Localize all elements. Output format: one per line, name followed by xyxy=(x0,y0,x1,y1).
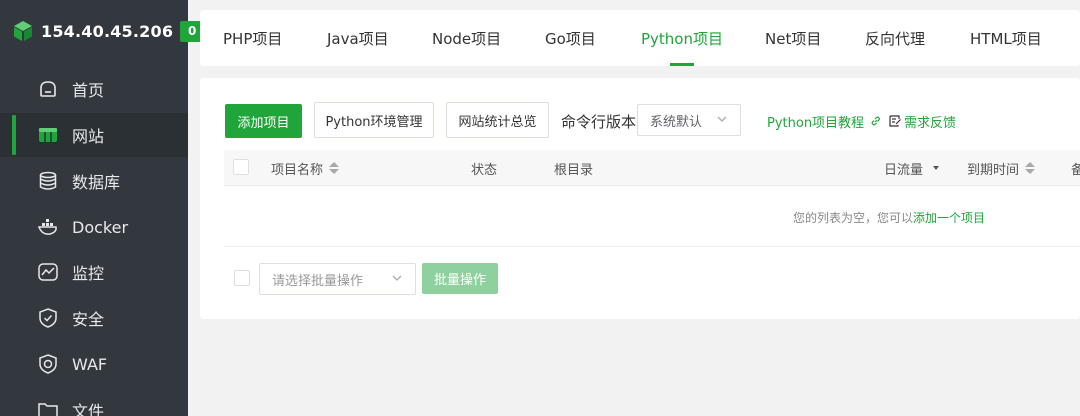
table-header: 项目名称 状态 根目录 日流量 到期时间 备 xyxy=(224,150,1080,186)
feedback-link[interactable]: 需求反馈 xyxy=(888,104,956,138)
column-root-dir: 根目录 xyxy=(554,162,594,178)
project-tabs: PHP项目 Java项目 Node项目 Go项目 Python项目 Net项目 … xyxy=(200,10,1080,66)
sort-icon xyxy=(329,162,340,174)
cli-version-label: 命令行版本 xyxy=(561,112,637,131)
column-label: 项目名称 xyxy=(271,162,324,178)
docker-icon xyxy=(37,216,59,238)
server-header: 154.40.45.206 0 xyxy=(0,0,205,62)
sidebar-item-database[interactable]: 数据库 xyxy=(0,159,188,203)
tab-php[interactable]: PHP项目 xyxy=(223,10,282,66)
feedback-icon xyxy=(889,115,901,127)
python-tutorial-link[interactable]: Python项目教程 xyxy=(767,104,882,138)
column-status: 状态 xyxy=(471,162,498,178)
sidebar-item-docker[interactable]: Docker xyxy=(0,205,188,249)
sidebar-item-waf[interactable]: WAF xyxy=(0,342,188,386)
column-label: 到期时间 xyxy=(967,162,1020,178)
cli-version-select[interactable]: 系统默认 xyxy=(637,104,741,136)
empty-message: 您的列表为空，您可以 添加一个项目 xyxy=(793,187,985,247)
sidebar-item-label: WAF xyxy=(72,354,108,374)
column-daily-traffic[interactable]: 日流量 xyxy=(884,150,940,186)
website-icon xyxy=(37,124,59,146)
add-project-button[interactable]: 添加项目 xyxy=(225,104,302,138)
tab-reverse-proxy[interactable]: 反向代理 xyxy=(865,10,925,66)
shield-icon xyxy=(37,307,59,329)
site-stats-button[interactable]: 网站统计总览 xyxy=(446,102,549,138)
server-cube-icon xyxy=(13,20,33,42)
batch-placeholder: 请选择批量操作 xyxy=(272,273,364,289)
sidebar-item-label: 数据库 xyxy=(72,173,121,192)
sidebar-item-security[interactable]: 安全 xyxy=(0,296,188,340)
sidebar-item-files[interactable]: 文件 xyxy=(0,388,188,416)
server-ip: 154.40.45.206 xyxy=(41,21,174,41)
empty-prefix: 您的列表为空，您可以 xyxy=(793,210,914,225)
database-icon xyxy=(37,170,59,192)
column-remark: 备 xyxy=(1071,162,1080,178)
tab-node[interactable]: Node项目 xyxy=(432,10,501,66)
feedback-label: 需求反馈 xyxy=(904,115,957,131)
monitor-icon xyxy=(37,261,59,283)
sidebar-item-label: 网站 xyxy=(72,127,105,146)
sidebar-item-website[interactable]: 网站 xyxy=(0,113,188,157)
sidebar-item-label: 监控 xyxy=(72,264,105,283)
cli-version-value: 系统默认 xyxy=(650,114,703,130)
column-project-name[interactable]: 项目名称 xyxy=(271,150,340,186)
tab-net[interactable]: Net项目 xyxy=(765,10,821,66)
python-env-button[interactable]: Python环境管理 xyxy=(314,102,434,138)
tab-html[interactable]: HTML项目 xyxy=(970,10,1042,66)
batch-operation-button[interactable]: 批量操作 xyxy=(422,263,498,294)
link-icon xyxy=(871,116,881,126)
sidebar: 154.40.45.206 0 首页 网站 数据库 Docker 监控 安全 W… xyxy=(0,0,205,416)
chevron-down-icon xyxy=(392,275,402,281)
sidebar-item-label: 安全 xyxy=(72,310,105,329)
tab-python[interactable]: Python项目 xyxy=(641,10,723,66)
waf-icon xyxy=(37,353,59,375)
project-panel: 添加项目 Python环境管理 网站统计总览 命令行版本 系统默认 Python… xyxy=(200,78,1080,319)
sort-icon xyxy=(1025,162,1036,174)
column-expiry[interactable]: 到期时间 xyxy=(967,150,1036,186)
chevron-down-icon xyxy=(717,116,727,122)
sidebar-item-monitor[interactable]: 监控 xyxy=(0,250,188,294)
select-all-checkbox[interactable] xyxy=(233,159,249,175)
add-project-link[interactable]: 添加一个项目 xyxy=(913,209,985,226)
sidebar-item-label: Docker xyxy=(72,217,129,237)
caret-down-icon xyxy=(933,166,940,170)
tab-go[interactable]: Go项目 xyxy=(545,10,596,66)
batch-operation-select[interactable]: 请选择批量操作 xyxy=(259,263,416,295)
empty-row: 您的列表为空，您可以 添加一个项目 xyxy=(224,187,1080,247)
sidebar-item-label: 文件 xyxy=(72,402,105,416)
batch-select-checkbox[interactable] xyxy=(234,270,250,286)
folder-icon xyxy=(37,399,59,416)
sidebar-item-label: 首页 xyxy=(72,81,105,100)
home-icon xyxy=(37,78,59,100)
python-tutorial-label: Python项目教程 xyxy=(767,115,865,131)
sidebar-item-home[interactable]: 首页 xyxy=(0,67,188,111)
tab-java[interactable]: Java项目 xyxy=(327,10,389,66)
column-label: 日流量 xyxy=(884,162,924,178)
